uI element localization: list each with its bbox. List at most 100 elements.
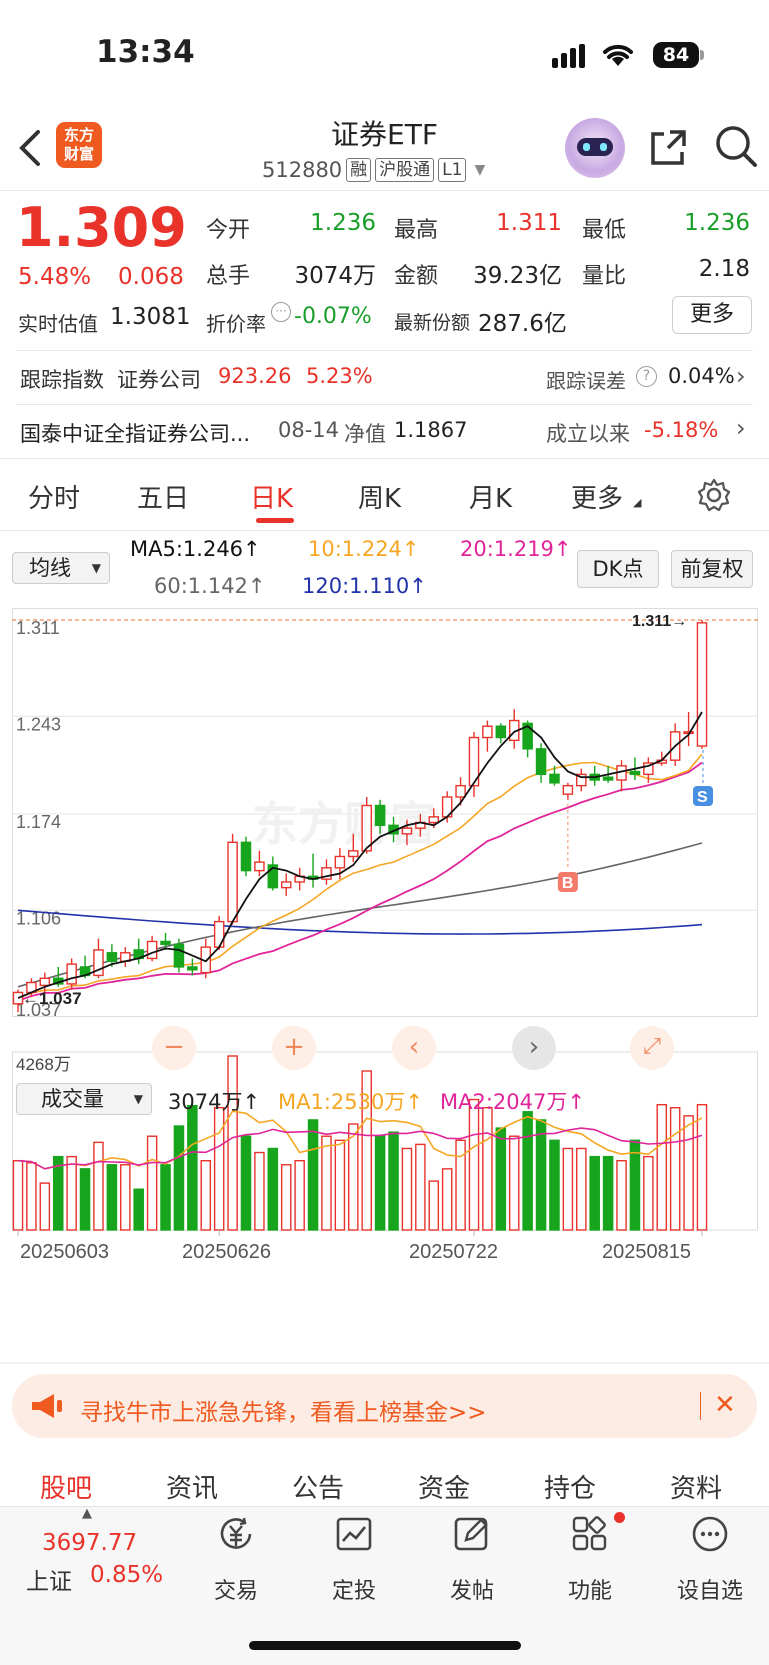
- candle-body: [482, 725, 493, 739]
- scroll-right-button[interactable]: ›: [512, 1026, 556, 1070]
- candle-body: [187, 966, 198, 971]
- tab-weekly-k[interactable]: 周K: [358, 478, 401, 515]
- tab-announcement[interactable]: 公告: [292, 1468, 344, 1505]
- candle-body: [602, 776, 614, 781]
- price-axis-label: 1.311: [16, 618, 60, 638]
- promo-text[interactable]: 寻找牛市上涨急先锋，看看上榜基金>>: [80, 1393, 487, 1427]
- ma60-label: 60:1.142↑: [154, 574, 266, 598]
- volume-bar: [294, 1159, 305, 1231]
- tab-active-indicator: [256, 518, 294, 523]
- tab-intraday[interactable]: 分时: [28, 478, 80, 515]
- tab-monthly-k[interactable]: 月K: [469, 478, 512, 515]
- volume-bar: [200, 1159, 212, 1231]
- candle-body: [39, 977, 51, 987]
- edit-icon: [436, 1514, 508, 1565]
- candle-body: [401, 827, 413, 835]
- volume-bar: [656, 1103, 668, 1231]
- trade-button[interactable]: 交易: [200, 1514, 272, 1605]
- candle: [120, 947, 131, 967]
- kline-chart[interactable]: 1.3111.2431.1741.1061.037东方财富1.311→←1.03…: [12, 608, 758, 1360]
- dropdown-icon: ▼: [91, 561, 101, 575]
- info-icon[interactable]: ···: [271, 302, 291, 322]
- divider: [0, 1362, 769, 1364]
- security-subtitle[interactable]: 512880 融 沪股通 L1 ▼: [262, 158, 485, 182]
- dk-point-button[interactable]: DK点: [577, 550, 659, 588]
- volume-bar: [522, 1111, 533, 1231]
- candle-body: [428, 816, 440, 824]
- candle-body: [374, 804, 386, 827]
- zoom-in-button[interactable]: +: [272, 1026, 316, 1070]
- volume-current: 3074万↑: [168, 1090, 261, 1114]
- tab-forum[interactable]: 股吧: [40, 1468, 92, 1505]
- candle-body: [146, 940, 158, 960]
- candle-body: [160, 940, 171, 945]
- share-icon[interactable]: [648, 126, 690, 168]
- scroll-left-button[interactable]: ‹: [392, 1026, 436, 1070]
- volume-bar: [482, 1106, 493, 1231]
- fund-name[interactable]: 国泰中证全指证券公司...: [20, 418, 250, 448]
- candle: [495, 723, 507, 744]
- tab-capital[interactable]: 资金: [418, 1468, 470, 1505]
- tab-profile[interactable]: 资料: [670, 1468, 722, 1505]
- candle-body: [213, 920, 225, 948]
- ma120-label: 120:1.110↑: [302, 574, 427, 598]
- candle-body: [254, 861, 265, 872]
- help-icon[interactable]: ?: [636, 366, 657, 387]
- tab-news[interactable]: 资讯: [166, 1468, 218, 1505]
- close-icon[interactable]: ✕: [714, 1390, 736, 1420]
- tracking-index[interactable]: 证券公司: [117, 364, 201, 394]
- amount-label: 金额: [394, 264, 439, 289]
- high-price-label: 1.311→: [632, 613, 687, 630]
- date-label: 20250603: [20, 1241, 109, 1263]
- volume-bar: [589, 1155, 600, 1231]
- candle-body: [361, 804, 372, 852]
- volume-bar: [629, 1139, 641, 1231]
- candle: [307, 853, 319, 888]
- volume-bar: [254, 1151, 265, 1231]
- candle: [482, 720, 493, 752]
- fullscreen-button[interactable]: ⤢: [630, 1026, 674, 1070]
- candle-body: [280, 881, 292, 889]
- index-name: 上证: [26, 1569, 72, 1595]
- chevron-right-icon[interactable]: ›: [736, 362, 746, 390]
- candle: [173, 938, 185, 973]
- candle: [254, 850, 265, 877]
- tab-more[interactable]: 更多: [571, 478, 623, 515]
- gear-icon[interactable]: [697, 478, 731, 512]
- iopv-value: 1.3081: [110, 304, 191, 330]
- price-axis-label: 1.174: [16, 812, 61, 832]
- candle-body: [549, 773, 560, 784]
- tab-five-day[interactable]: 五日: [137, 478, 189, 515]
- robot-assistant-icon[interactable]: [565, 118, 625, 178]
- forward-adjust-button[interactable]: 前复权: [671, 550, 753, 588]
- volume-bar: [535, 1119, 547, 1231]
- discount-label: 折价率: [206, 312, 266, 336]
- candle-body: [696, 622, 708, 747]
- volume-bar: [213, 1106, 225, 1231]
- shares-value: 287.6亿: [478, 311, 567, 337]
- zoom-out-button[interactable]: −: [152, 1026, 196, 1070]
- candle: [669, 723, 681, 766]
- add-watchlist-button[interactable]: 设自选: [670, 1514, 750, 1605]
- candle: [267, 856, 279, 891]
- tab-daily-k[interactable]: 日K: [250, 478, 293, 515]
- tab-holdings[interactable]: 持仓: [544, 1468, 596, 1505]
- expand-up-icon[interactable]: ▲: [82, 1506, 92, 1521]
- candle-body: [562, 784, 574, 795]
- chevron-right-icon[interactable]: ›: [736, 414, 746, 442]
- volume-bar: [415, 1143, 426, 1231]
- index-value[interactable]: 3697.77: [42, 1530, 137, 1556]
- change-value: 0.068: [118, 264, 184, 290]
- volume-bar: [66, 1155, 77, 1231]
- search-icon[interactable]: [714, 124, 758, 168]
- volume-bar: [160, 1164, 171, 1231]
- more-button[interactable]: 更多: [672, 296, 752, 334]
- divider: [0, 190, 769, 191]
- volume-bar: [133, 1188, 144, 1231]
- functions-button[interactable]: 功能: [554, 1514, 626, 1605]
- investment-plan-button[interactable]: 定投: [318, 1514, 390, 1605]
- indicator-selector[interactable]: 均线 ▼: [12, 552, 110, 584]
- post-button[interactable]: 发帖: [436, 1514, 508, 1605]
- discount-value: -0.07%: [294, 304, 372, 329]
- volume-indicator-selector[interactable]: 成交量 ▼: [16, 1083, 152, 1115]
